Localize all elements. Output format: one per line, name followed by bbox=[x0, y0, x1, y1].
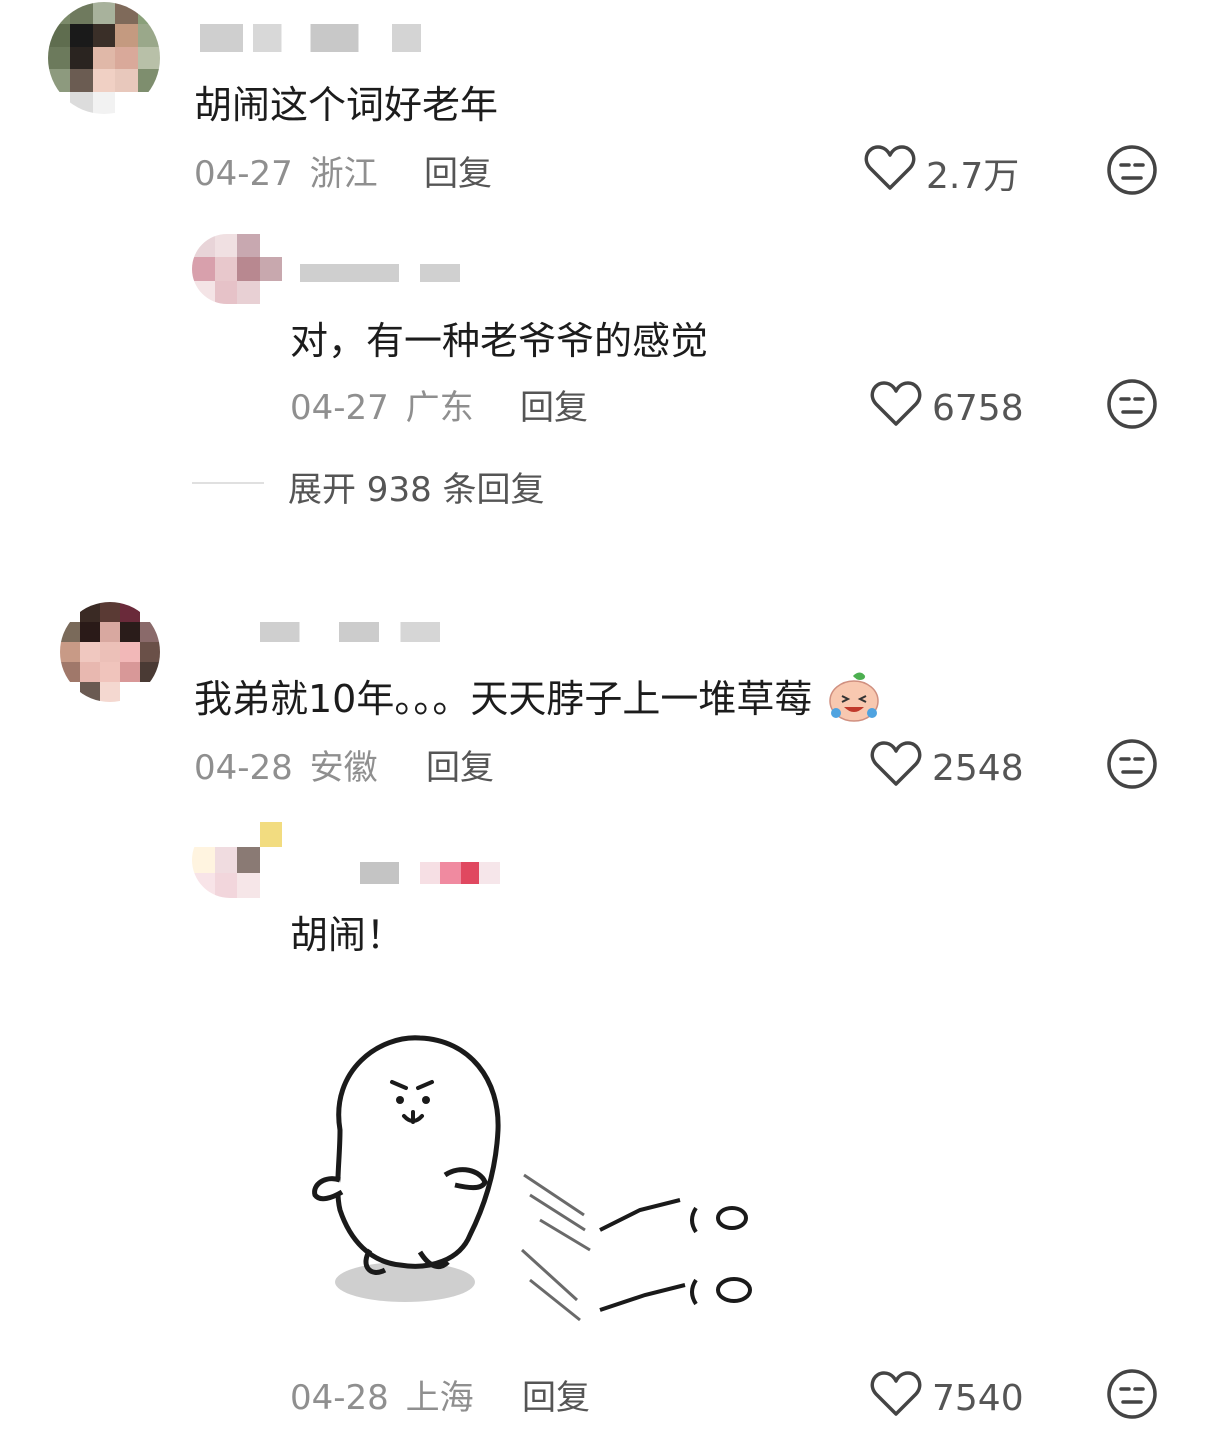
dislike-button[interactable] bbox=[1106, 378, 1158, 434]
comment-date: 04-28 bbox=[194, 748, 293, 788]
avatar[interactable] bbox=[48, 2, 160, 114]
reply-meta: 04-28 上海 bbox=[290, 1370, 474, 1419]
like-button[interactable]: 6758 bbox=[870, 380, 1024, 437]
dislike-button[interactable] bbox=[1106, 1368, 1158, 1424]
reply-date: 04-27 bbox=[290, 388, 389, 428]
like-count: 6758 bbox=[932, 388, 1024, 429]
meh-face-icon bbox=[1106, 1369, 1158, 1424]
reply-text: 对，有一种老爷爷的感觉 bbox=[290, 319, 709, 363]
comment-text: 我弟就10年。。。天天脖子上一堆草莓 bbox=[194, 668, 882, 734]
like-button[interactable]: 7540 bbox=[870, 1370, 1024, 1427]
like-count: 2548 bbox=[932, 748, 1024, 789]
meh-face-icon bbox=[1106, 145, 1158, 200]
comment-date: 04-27 bbox=[194, 154, 293, 194]
meh-face-icon bbox=[1106, 379, 1158, 434]
dislike-button[interactable] bbox=[1106, 144, 1158, 200]
expand-replies-button[interactable]: 展开 938 条回复 bbox=[288, 462, 545, 511]
heart-outline-icon bbox=[870, 740, 922, 797]
username-redacted[interactable] bbox=[260, 622, 440, 642]
avatar[interactable] bbox=[192, 822, 282, 898]
reply-text: 胡闹！ bbox=[290, 913, 405, 957]
reply-button[interactable]: 回复 bbox=[424, 146, 492, 195]
reply-button[interactable]: 回复 bbox=[520, 380, 588, 429]
username-redacted[interactable] bbox=[300, 264, 460, 282]
like-count: 7540 bbox=[932, 1378, 1024, 1419]
reply-date: 04-28 bbox=[290, 1378, 389, 1418]
comment-location: 浙江 bbox=[309, 154, 378, 194]
username-redacted[interactable] bbox=[360, 862, 500, 884]
heart-outline-icon bbox=[870, 1370, 922, 1427]
meh-face-icon bbox=[1106, 739, 1158, 794]
reply-button[interactable]: 回复 bbox=[426, 740, 494, 789]
reply-button[interactable]: 回复 bbox=[522, 1370, 590, 1419]
heart-outline-icon bbox=[864, 144, 916, 201]
comment-text-content: 我弟就10年。。。天天脖子上一堆草莓 bbox=[194, 677, 813, 721]
seal-sticker[interactable] bbox=[300, 1020, 770, 1340]
expand-divider bbox=[192, 482, 264, 484]
dislike-button[interactable] bbox=[1106, 738, 1158, 794]
reply-meta: 04-27 广东 bbox=[290, 380, 474, 429]
comment-meta: 04-28 安徽 bbox=[194, 740, 378, 789]
like-button[interactable]: 2.7万 bbox=[864, 144, 1019, 201]
avatar[interactable] bbox=[60, 602, 160, 702]
avatar[interactable] bbox=[192, 234, 282, 304]
heart-outline-icon bbox=[870, 380, 922, 437]
laughing-crying-emoji bbox=[826, 669, 882, 734]
like-button[interactable]: 2548 bbox=[870, 740, 1024, 797]
comment-text: 胡闹这个词好老年 bbox=[194, 83, 499, 127]
comment-location: 安徽 bbox=[309, 748, 378, 788]
comment-meta: 04-27 浙江 bbox=[194, 146, 378, 195]
reply-location: 上海 bbox=[405, 1378, 474, 1418]
like-count: 2.7万 bbox=[926, 155, 1020, 197]
username-redacted[interactable] bbox=[200, 24, 440, 52]
reply-location: 广东 bbox=[405, 388, 474, 428]
